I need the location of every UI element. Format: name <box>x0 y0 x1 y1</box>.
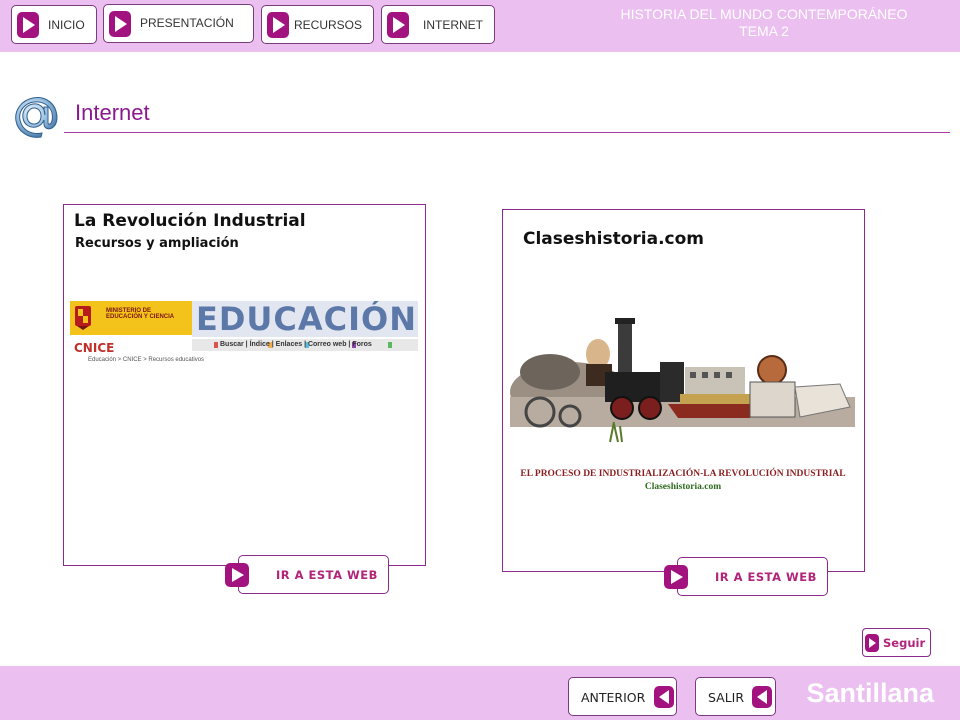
visit-website-label: IR A ESTA WEB <box>715 570 817 584</box>
seguir-button[interactable]: Seguir <box>862 628 931 657</box>
course-title: HISTORIA DEL MUNDO CONTEMPORÁNEO <box>620 6 908 22</box>
coat-of-arms-icon <box>75 306 91 330</box>
card-title: La Revolución Industrial <box>74 211 306 231</box>
salir-label: SALIR <box>708 690 745 705</box>
banner-breadcrumb: Educación > CNICE > Recursos educativos <box>88 357 205 363</box>
play-icon <box>865 634 879 652</box>
nav-button-label: RECURSOS <box>294 18 363 32</box>
seguir-label: Seguir <box>883 636 926 650</box>
education-wordmark: EDUCACIÓN <box>192 301 418 337</box>
brand-logo: Santillana <box>806 678 934 708</box>
visit-website-button[interactable]: IR A ESTA WEB <box>225 555 389 594</box>
back-arrow-icon <box>654 686 674 708</box>
at-sign-icon <box>15 97 58 138</box>
ministry-logo-area: MINISTERIO DE EDUCACIÓN Y CIENCIA <box>70 301 192 335</box>
education-ministry-banner[interactable]: MINISTERIO DE EDUCACIÓN Y CIENCIA EDUCAC… <box>70 301 418 367</box>
back-arrow-icon <box>752 686 772 708</box>
cnice-logo: CNICE <box>74 341 115 355</box>
play-icon <box>109 11 131 37</box>
collage-caption: EL PROCESO DE INDUSTRIALIZACIÓN-LA REVOL… <box>520 469 846 479</box>
course-header: HISTORIA DEL MUNDO CONTEMPORÁNEO TEMA 2 <box>584 6 944 40</box>
nav-button-internet[interactable]: INTERNET <box>381 5 495 44</box>
nav-button-recursos[interactable]: RECURSOS <box>261 5 374 44</box>
play-icon <box>664 565 688 589</box>
section-divider <box>64 132 950 133</box>
course-topic: TEMA 2 <box>739 23 789 39</box>
visit-website-button[interactable]: IR A ESTA WEB <box>664 557 828 596</box>
nav-button-inicio[interactable]: INICIO <box>11 5 97 44</box>
resource-card-revolucion-industrial <box>63 204 426 566</box>
nav-button-label: PRESENTACIÓN <box>140 16 234 30</box>
nav-button-presentacion[interactable]: PRESENTACIÓN <box>103 4 254 43</box>
play-icon <box>17 12 39 38</box>
salir-button[interactable]: SALIR <box>695 677 776 716</box>
visit-website-label: IR A ESTA WEB <box>276 568 378 582</box>
anterior-button[interactable]: ANTERIOR <box>568 677 677 716</box>
play-icon <box>387 12 409 38</box>
banner-links: Buscar | Índice | Enlaces | Correo web |… <box>220 341 372 348</box>
section-title: Internet <box>75 100 150 125</box>
card-subtitle: Recursos y ampliación <box>75 236 239 251</box>
industrial-revolution-collage-image[interactable] <box>510 312 855 447</box>
play-icon <box>267 12 289 38</box>
play-icon <box>225 563 249 587</box>
card-title: Claseshistoria.com <box>523 229 705 249</box>
nav-button-label: INTERNET <box>423 18 483 32</box>
collage-source: Claseshistoria.com <box>644 482 722 492</box>
nav-button-label: INICIO <box>48 18 85 32</box>
anterior-label: ANTERIOR <box>581 690 646 705</box>
ministry-name: MINISTERIO DE EDUCACIÓN Y CIENCIA <box>106 308 175 320</box>
